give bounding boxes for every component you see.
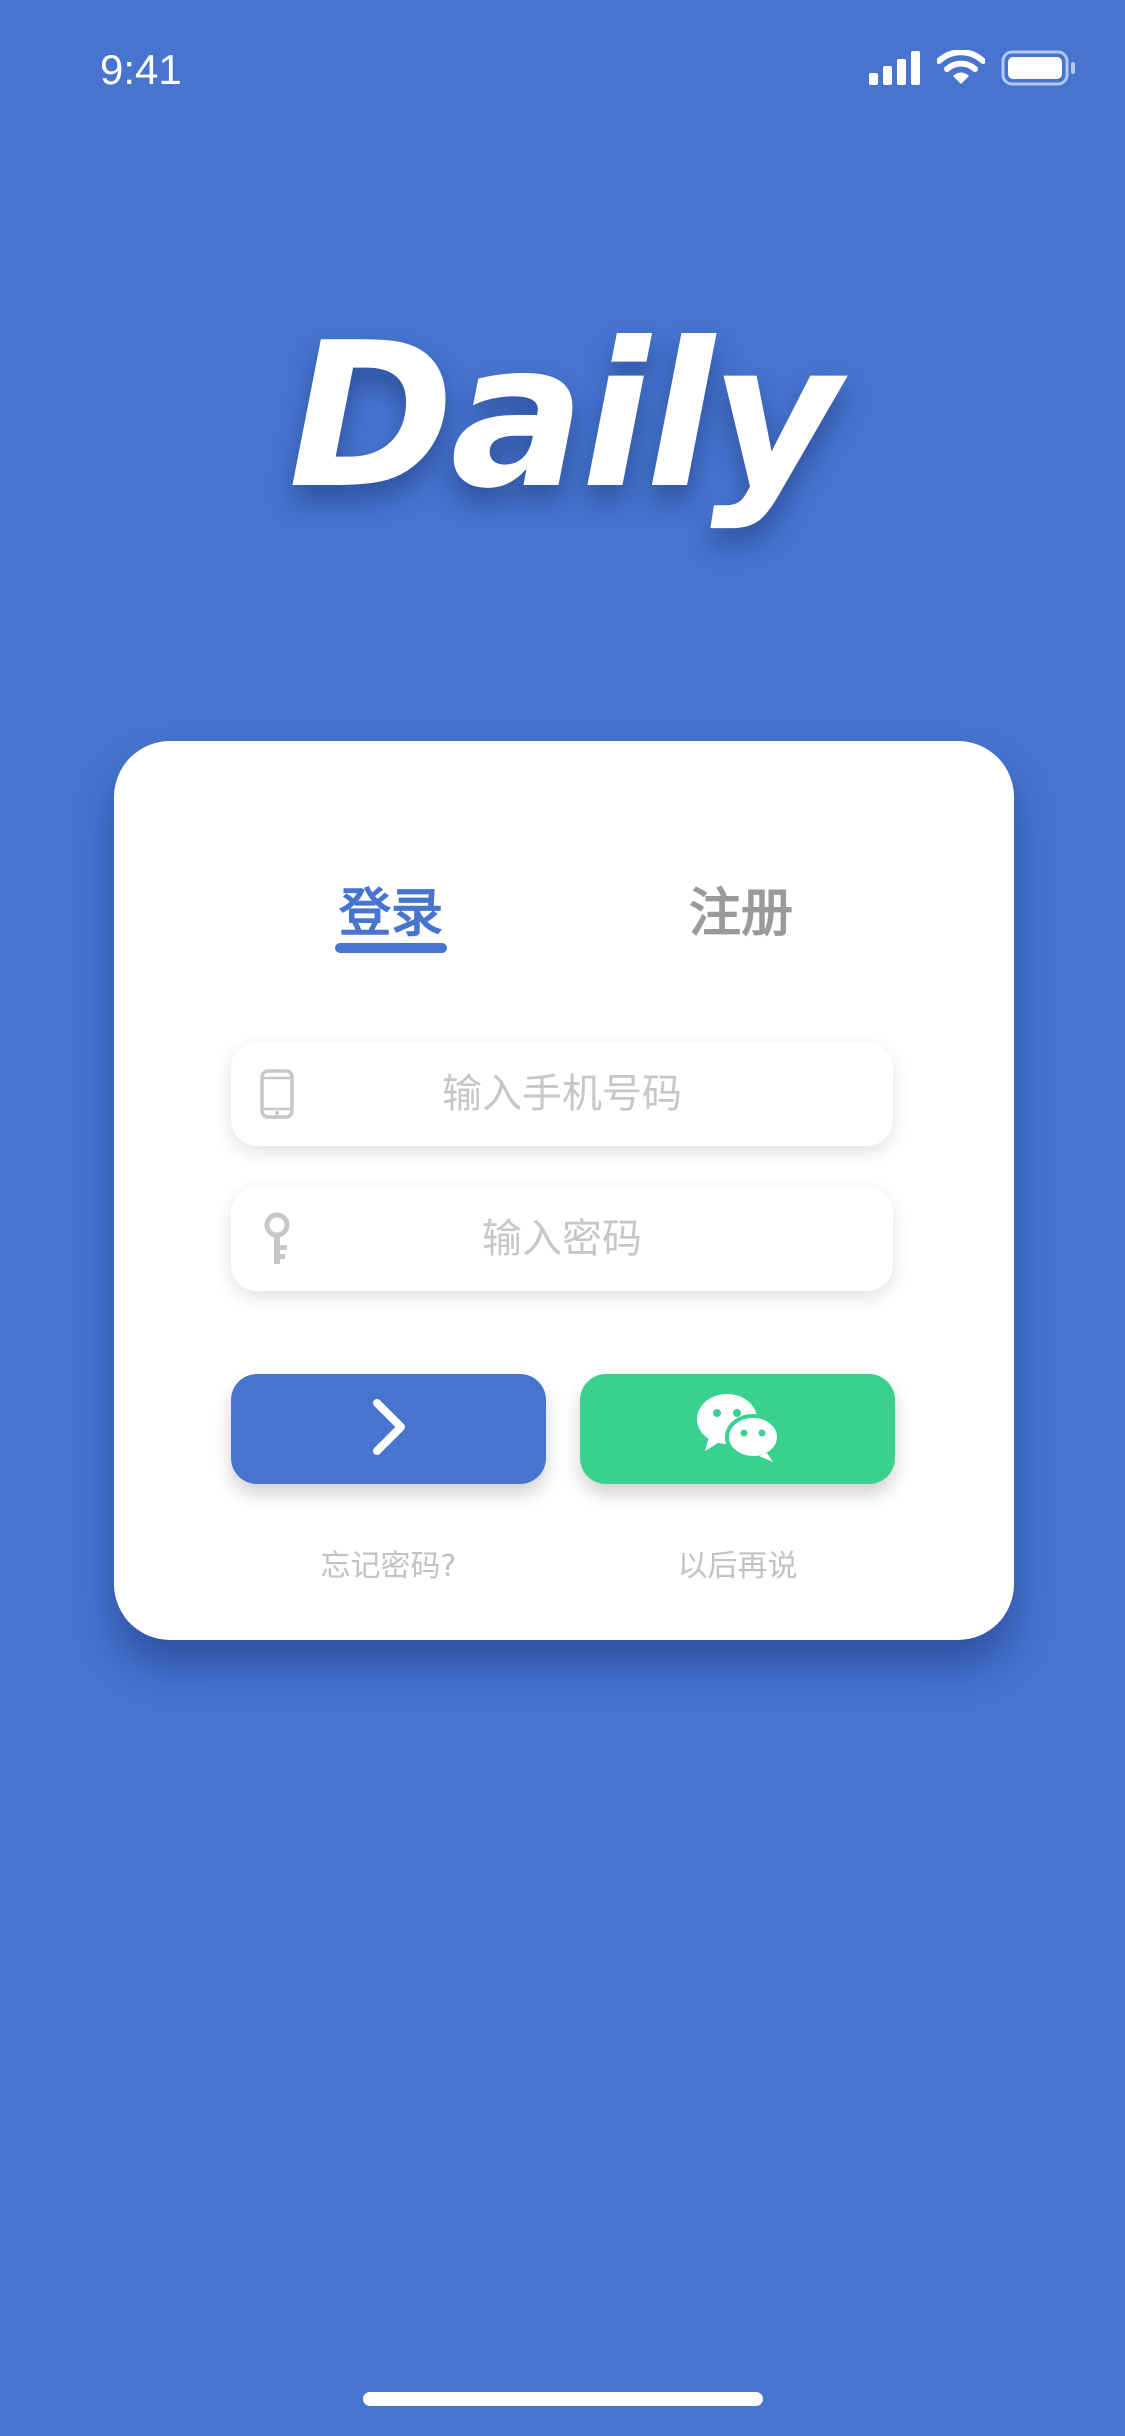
skip-link[interactable]: 以后再说: [580, 1541, 895, 1585]
status-time: 9:41: [100, 46, 182, 93]
status-bar: 9:41: [0, 0, 1125, 140]
tab-login[interactable]: 登录: [291, 871, 491, 946]
forgot-password-link[interactable]: 忘记密码?: [231, 1541, 546, 1585]
home-indicator[interactable]: [363, 2392, 763, 2406]
login-button[interactable]: [231, 1374, 546, 1484]
auth-card: 登录 注册 输入手机号码 忘记密码? 以后再说: [114, 741, 1014, 1640]
chevron-right-icon: [369, 1397, 409, 1461]
wechat-login-button[interactable]: [580, 1374, 895, 1484]
phone-input[interactable]: [231, 1042, 893, 1146]
tab-register[interactable]: 注册: [641, 871, 841, 946]
signal-icon: [869, 51, 921, 89]
password-input[interactable]: [231, 1187, 893, 1291]
wifi-icon: [936, 49, 986, 90]
phone-field[interactable]: [231, 1042, 893, 1146]
status-icons: [869, 49, 1077, 90]
wechat-icon: [695, 1391, 781, 1467]
password-field[interactable]: [231, 1187, 893, 1291]
app-logo: Daily: [288, 300, 840, 533]
active-tab-indicator: [335, 943, 447, 953]
battery-icon: [1001, 50, 1077, 90]
